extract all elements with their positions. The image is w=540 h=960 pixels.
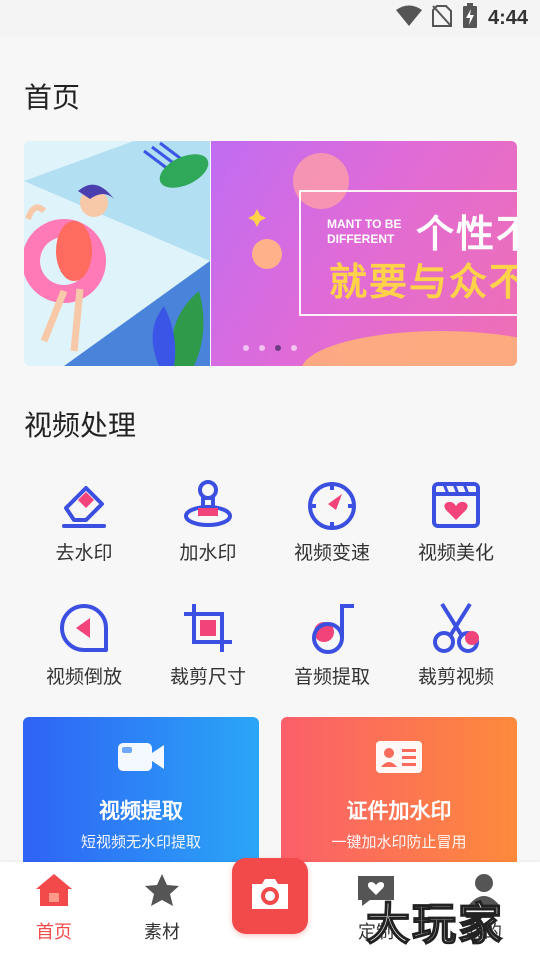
tool-label: 音频提取 xyxy=(293,666,370,688)
card-subtitle: 一键加水印防止冒用 xyxy=(331,833,467,851)
scissors-icon xyxy=(394,602,518,654)
card-title: 视频提取 xyxy=(99,799,183,823)
wifi-icon xyxy=(395,5,422,31)
carousel-dot[interactable] xyxy=(243,345,249,351)
banner-small-text: MANT TO BE DIFFERENT xyxy=(327,217,402,246)
tool-label: 视频美化 xyxy=(417,542,494,564)
no-sim-icon xyxy=(431,4,452,32)
banner-slide-previous[interactable] xyxy=(24,141,210,366)
tool-video-speed[interactable]: 视频变速 xyxy=(270,478,394,578)
stamp-icon xyxy=(146,478,270,530)
id-card-icon xyxy=(281,739,517,779)
banner-slide-current[interactable]: MANT TO BE DIFFERENT 个性不 就要与众不 xyxy=(211,141,517,366)
pool-illustration xyxy=(24,141,210,366)
status-time: 4:44 xyxy=(487,6,528,29)
card-id-watermark[interactable]: 证件加水印 一键加水印防止冒用 xyxy=(281,717,517,867)
tab-label: 素材 xyxy=(144,922,180,943)
video-camera-icon xyxy=(23,739,259,779)
camera-button[interactable] xyxy=(232,858,308,934)
eraser-icon xyxy=(22,478,146,530)
carousel-dot[interactable] xyxy=(291,345,297,351)
tab-home[interactable]: 首页 xyxy=(4,872,104,944)
tool-label: 裁剪尺寸 xyxy=(169,666,246,688)
section-title-video-processing: 视频处理 xyxy=(24,409,137,442)
banner-headline-1: 个性不 xyxy=(416,212,517,256)
crop-icon xyxy=(146,602,270,654)
tool-video-beautify[interactable]: 视频美化 xyxy=(394,478,518,578)
battery-charging-icon xyxy=(462,3,478,33)
music-note-icon xyxy=(270,602,394,654)
page-title: 首页 xyxy=(24,81,81,114)
tool-add-watermark[interactable]: 加水印 xyxy=(146,478,270,578)
carousel-dot[interactable] xyxy=(259,345,265,351)
carousel-dot-active[interactable] xyxy=(275,345,281,351)
corner-watermark: 大玩家 xyxy=(365,898,504,951)
tool-trim-video[interactable]: 裁剪视频 xyxy=(394,602,518,702)
card-title: 证件加水印 xyxy=(346,799,452,823)
speedometer-icon xyxy=(270,478,394,530)
tool-video-reverse[interactable]: 视频倒放 xyxy=(22,602,146,702)
tool-remove-watermark[interactable]: 去水印 xyxy=(22,478,146,578)
tab-label: 首页 xyxy=(36,922,72,943)
status-icons: 4:44 xyxy=(395,3,528,33)
clapperboard-heart-icon xyxy=(394,478,518,530)
tool-crop-size[interactable]: 裁剪尺寸 xyxy=(146,602,270,702)
tool-label: 裁剪视频 xyxy=(417,666,494,688)
tool-label: 视频倒放 xyxy=(45,666,122,688)
tool-label: 加水印 xyxy=(179,542,237,564)
carousel-indicator xyxy=(243,345,297,351)
card-video-extract[interactable]: 视频提取 短视频无水印提取 xyxy=(23,717,259,867)
status-bar: 4:44 xyxy=(0,0,540,36)
reverse-play-icon xyxy=(22,602,146,654)
camera-icon xyxy=(248,876,292,916)
home-icon xyxy=(34,874,74,912)
card-subtitle: 短视频无水印提取 xyxy=(80,833,201,851)
tool-label: 视频变速 xyxy=(293,542,370,564)
tab-materials[interactable]: 素材 xyxy=(112,872,212,944)
banner-headline-2: 就要与众不 xyxy=(329,260,517,304)
tool-audio-extract[interactable]: 音频提取 xyxy=(270,602,394,702)
tool-label: 去水印 xyxy=(55,542,113,564)
star-icon xyxy=(142,874,182,912)
